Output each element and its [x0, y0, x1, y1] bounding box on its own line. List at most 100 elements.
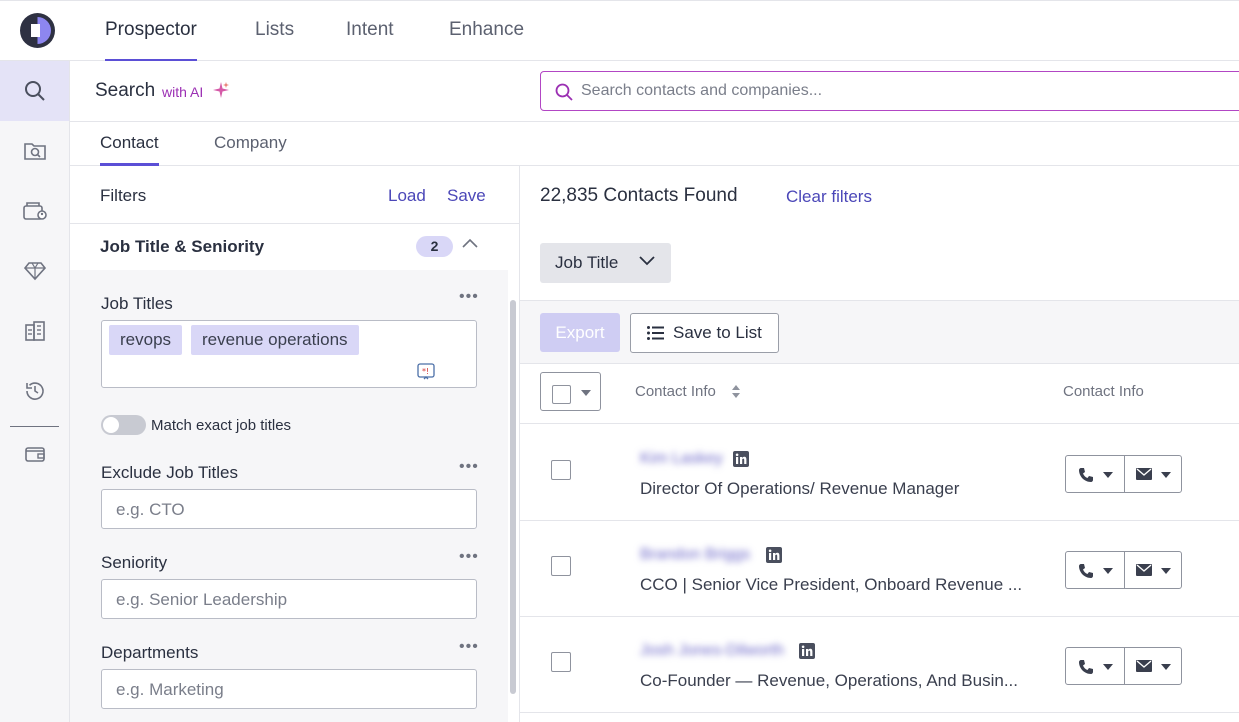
caret-down-icon [581, 390, 591, 396]
email-icon[interactable] [1136, 660, 1152, 672]
row-checkbox[interactable] [551, 460, 571, 480]
caret-down-icon[interactable] [1103, 568, 1113, 574]
linkedin-icon[interactable] [733, 451, 749, 467]
seniority-more-icon[interactable]: ••• [459, 548, 479, 566]
divider [1124, 552, 1125, 588]
rail-saved-searches[interactable] [0, 121, 69, 181]
history-icon [25, 382, 44, 400]
contact-actions [1065, 455, 1182, 493]
table-row[interactable]: Kim Laskey Director Of Operations/ Reven… [520, 425, 1239, 521]
linkedin-icon[interactable] [766, 547, 782, 563]
filter-scrollbar[interactable] [510, 300, 516, 694]
nav-tab-lists[interactable]: Lists [255, 19, 294, 62]
nav-tab-enhance[interactable]: Enhance [449, 19, 524, 62]
rail-search[interactable] [0, 61, 69, 121]
email-icon[interactable] [1136, 564, 1152, 576]
column-dropdown[interactable]: Job Title [540, 243, 671, 283]
tab-company[interactable]: Company [214, 133, 287, 166]
job-titles-more-icon[interactable]: ••• [459, 288, 479, 306]
select-all-checkbox[interactable] [552, 385, 571, 404]
rail-contacts[interactable] [0, 181, 69, 241]
filter-count-badge: 2 [416, 236, 453, 257]
rail-gems[interactable] [0, 241, 69, 301]
load-filters-button[interactable]: Load [388, 186, 426, 206]
job-title-section-header[interactable]: Job Title & Seniority 2 [70, 224, 508, 270]
caret-down-icon[interactable] [1161, 568, 1171, 574]
rail-wallet[interactable] [0, 424, 69, 484]
job-title-tag[interactable]: revenue operations [191, 325, 359, 355]
job-titles-input[interactable]: revops revenue operations *! [101, 320, 477, 388]
departments-more-icon[interactable]: ••• [459, 638, 479, 656]
rail-companies[interactable] [0, 301, 69, 361]
seniority-input[interactable] [116, 589, 456, 611]
phone-icon[interactable] [1078, 467, 1094, 483]
email-icon[interactable] [1136, 468, 1152, 480]
nav-tab-intent[interactable]: Intent [346, 19, 394, 62]
chevron-up-icon[interactable] [462, 238, 478, 248]
global-search-box[interactable] [540, 71, 1239, 111]
save-filters-button[interactable]: Save [447, 186, 486, 206]
contact-name[interactable]: Kim Laskey [640, 450, 723, 468]
divider [1124, 456, 1125, 492]
phone-icon[interactable] [1078, 563, 1094, 579]
entity-tabs: Contact Company [70, 122, 1239, 166]
contact-actions [1065, 647, 1182, 685]
column-header-contact-info-actions: Contact Info [1063, 383, 1144, 400]
svg-text:*!: *! [422, 367, 429, 376]
contact-title: Co-Founder — Revenue, Operations, And Bu… [640, 671, 1018, 690]
linkedin-icon[interactable] [799, 643, 815, 659]
save-to-list-button[interactable]: Save to List [630, 313, 779, 353]
job-title-section-body: Job Titles ••• revops revenue operations… [70, 270, 508, 722]
departments-input[interactable] [116, 679, 456, 701]
list-icon [647, 326, 664, 340]
filters-header: Filters Load Save [70, 166, 519, 224]
results-count: 22,835 Contacts Found [540, 185, 738, 206]
buildings-icon [24, 321, 45, 341]
table-row[interactable]: Josh Jones-Dilworth Co-Founder — Revenue… [520, 617, 1239, 713]
filter-panel: Filters Load Save Job Title & Seniority … [70, 166, 520, 722]
folder-search-icon [23, 143, 46, 160]
contact-card-icon [22, 202, 47, 220]
match-exact-toggle[interactable] [101, 415, 146, 435]
nav-tab-prospector[interactable]: Prospector [105, 19, 197, 62]
contact-title: CCO | Senior Vice President, Onboard Rev… [640, 575, 1023, 594]
exclude-more-icon[interactable]: ••• [459, 458, 479, 476]
sort-icon[interactable] [731, 383, 741, 400]
search-icon [555, 83, 573, 101]
contact-name[interactable]: Brandon Briggs [640, 546, 750, 564]
table-header: Contact Info Contact Info [520, 364, 1239, 424]
exclude-job-titles-field[interactable] [101, 489, 477, 529]
app-logo[interactable] [20, 13, 55, 48]
exclude-job-titles-input[interactable] [116, 499, 456, 521]
job-title-tag[interactable]: revops [109, 325, 183, 355]
select-all-dropdown[interactable] [540, 372, 601, 411]
caret-down-icon[interactable] [1161, 472, 1171, 478]
save-to-list-label: Save to List [673, 323, 762, 342]
row-checkbox[interactable] [551, 556, 571, 576]
with-ai-label[interactable]: with AI [162, 84, 203, 100]
rail-history[interactable] [0, 361, 69, 421]
contact-name[interactable]: Josh Jones-Dilworth [640, 642, 784, 660]
clear-filters-button[interactable]: Clear filters [786, 187, 872, 207]
row-checkbox[interactable] [551, 652, 571, 672]
caret-down-icon[interactable] [1161, 664, 1171, 670]
search-input[interactable] [581, 80, 1181, 102]
wallet-icon [24, 447, 45, 462]
left-rail [0, 61, 70, 722]
tab-contact[interactable]: Contact [100, 133, 159, 166]
section-title: Job Title & Seniority [100, 237, 265, 256]
results-toolbar: Export Save to List [520, 300, 1239, 364]
table-row[interactable]: Brandon Briggs CCO | Senior Vice Preside… [520, 521, 1239, 617]
contact-title: Director Of Operations/ Revenue Manager [640, 479, 960, 498]
gem-icon [23, 262, 46, 281]
caret-down-icon[interactable] [1103, 664, 1113, 670]
regex-icon[interactable]: *! [417, 363, 435, 381]
contact-actions [1065, 551, 1182, 589]
phone-icon[interactable] [1078, 659, 1094, 675]
export-button[interactable]: Export [540, 313, 620, 352]
seniority-field[interactable] [101, 579, 477, 619]
caret-down-icon[interactable] [1103, 472, 1113, 478]
column-header-contact-info[interactable]: Contact Info [635, 383, 716, 400]
exclude-job-titles-label: Exclude Job Titles [101, 463, 239, 482]
departments-field[interactable] [101, 669, 477, 709]
